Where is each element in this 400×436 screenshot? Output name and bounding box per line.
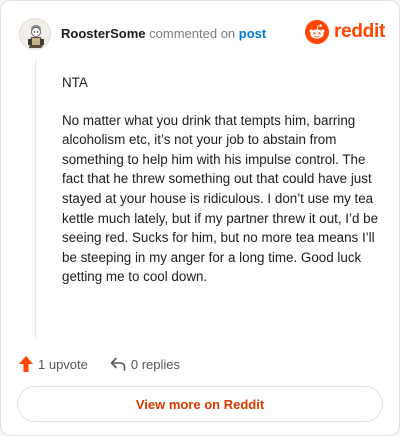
reply-count: 0 replies bbox=[130, 356, 181, 372]
reddit-logo[interactable]: reddit bbox=[305, 20, 385, 44]
comment-header: RoosterSome commented on post reddit bbox=[19, 17, 385, 51]
upvote-count: 1 upvote bbox=[38, 356, 88, 372]
comment-paragraph: No matter what you drink that tempts him… bbox=[62, 112, 379, 285]
comment-actions: 1 upvote 0 replies bbox=[19, 355, 180, 373]
comment-body: NTA No matter what you drink that tempts… bbox=[62, 73, 388, 305]
thread-line bbox=[35, 59, 36, 339]
reddit-snoo-icon bbox=[305, 20, 330, 44]
reply-arrow-icon bbox=[110, 357, 126, 371]
avatar-icon bbox=[20, 19, 50, 49]
username-link[interactable]: RoosterSome bbox=[61, 26, 146, 41]
user-avatar[interactable] bbox=[19, 18, 51, 50]
view-more-button[interactable]: View more on Reddit bbox=[17, 386, 383, 422]
comment-paragraph: NTA bbox=[62, 75, 88, 90]
comment-meta: RoosterSome commented on post bbox=[61, 26, 266, 42]
reddit-wordmark: reddit bbox=[334, 21, 385, 42]
upvote-arrow-icon bbox=[19, 356, 33, 372]
commented-on-text: commented on bbox=[149, 26, 236, 41]
replies-button[interactable]: 0 replies bbox=[110, 357, 180, 372]
upvote-button[interactable]: 1 upvote bbox=[19, 356, 88, 372]
embedded-comment-card: RoosterSome commented on post reddit NTA… bbox=[0, 0, 400, 436]
post-link[interactable]: post bbox=[239, 26, 266, 41]
